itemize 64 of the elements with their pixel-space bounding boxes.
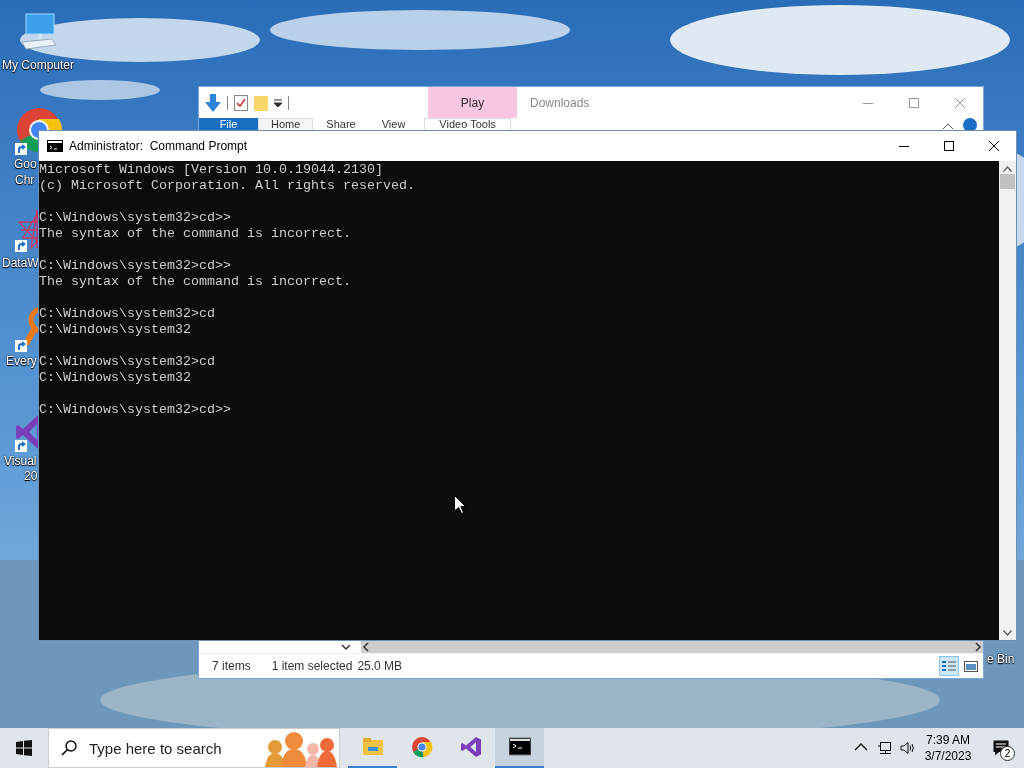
icon-label: Visual <box>4 454 37 469</box>
console-line: (c) Microsoft Corporation. All rights reserved. <box>39 178 416 194</box>
folder-icon <box>361 736 384 758</box>
console-icon <box>47 140 63 152</box>
speaker-icon <box>899 741 914 755</box>
network-icon <box>876 741 891 755</box>
close-icon <box>988 141 999 151</box>
scrollbar-thumb[interactable] <box>1000 174 1015 189</box>
ribbon-tab[interactable]: View <box>368 118 419 131</box>
help-icon[interactable] <box>963 118 977 131</box>
notifications-button[interactable]: 2 <box>978 728 1024 768</box>
window-title: Administrator: Command Prompt <box>69 139 249 153</box>
checklist-icon[interactable] <box>234 94 248 111</box>
search-box[interactable]: Type here to search <box>48 728 340 768</box>
scroll-left-icon[interactable] <box>361 641 371 652</box>
icon-label: 20 <box>24 469 38 484</box>
close-icon <box>955 97 965 108</box>
console-line: C:\Windows\system32>cd>> <box>39 258 232 274</box>
ribbon-tab[interactable]: Share <box>313 118 369 131</box>
windows-logo-icon <box>16 740 32 756</box>
window-title: Downloads <box>530 95 591 110</box>
search-icon <box>61 740 77 756</box>
maximize-icon <box>909 97 919 108</box>
details-view-icon <box>941 659 957 673</box>
icon-label: DataW <box>2 256 39 270</box>
thumbnail-view-icon <box>963 659 979 673</box>
computer-icon[interactable] <box>18 12 58 52</box>
scroll-down-icon[interactable] <box>1003 630 1012 636</box>
icon-label: Chr <box>15 173 35 188</box>
logo-icon <box>459 736 482 758</box>
notification-count: 2 <box>1000 746 1015 761</box>
console-line: C:\Windows\system32>cd <box>39 306 216 322</box>
taskbar-app-button[interactable] <box>495 728 544 768</box>
icon-label: Goo <box>14 157 37 172</box>
star-icon[interactable] <box>15 208 39 252</box>
pointer-icon <box>454 495 466 514</box>
console-line: C:\Windows\system32 <box>39 322 192 338</box>
icon-label: My Computer <box>2 58 75 73</box>
console-line: C:\Windows\system32>cd>> <box>39 210 232 226</box>
selection-status: 1 item selected <box>271 659 353 673</box>
console-line: The syntax of the command is incorrect. <box>39 226 352 242</box>
console-line: C:\Windows\system32>cd <box>39 354 216 370</box>
vertical-scrollbar[interactable] <box>999 161 1016 640</box>
console-line: Microsoft Windows [Version 10.0.19044.2130] <box>39 162 384 178</box>
console-icon <box>508 736 531 758</box>
chevron-down-icon[interactable] <box>341 642 351 651</box>
scroll-right-icon[interactable] <box>973 641 983 652</box>
contextual-tab[interactable]: Play <box>428 87 517 118</box>
collapse-caret-icon[interactable] <box>943 123 953 129</box>
icon-label: Every <box>6 354 37 369</box>
chrome-icon <box>410 736 433 758</box>
console-line: The syntax of the command is incorrect. <box>39 274 352 290</box>
item-count: 7 items <box>212 659 251 673</box>
icon-label: e Bin <box>987 652 1015 667</box>
search-field[interactable]: Type here to search <box>87 738 251 758</box>
console-line: C:\Windows\system32 <box>39 370 192 386</box>
maximize-icon <box>943 141 954 151</box>
clock[interactable]: 7:39 AM 3/7/2023 <box>918 728 978 768</box>
scroll-up-icon[interactable] <box>1003 166 1012 172</box>
dropdown-caret-icon[interactable] <box>274 98 282 107</box>
download-arrow-icon[interactable] <box>205 93 221 112</box>
selection-size: 25.0 MB <box>357 659 403 673</box>
console-line: C:\Windows\system32>cd>> <box>39 402 232 418</box>
view-button[interactable] <box>939 656 959 676</box>
